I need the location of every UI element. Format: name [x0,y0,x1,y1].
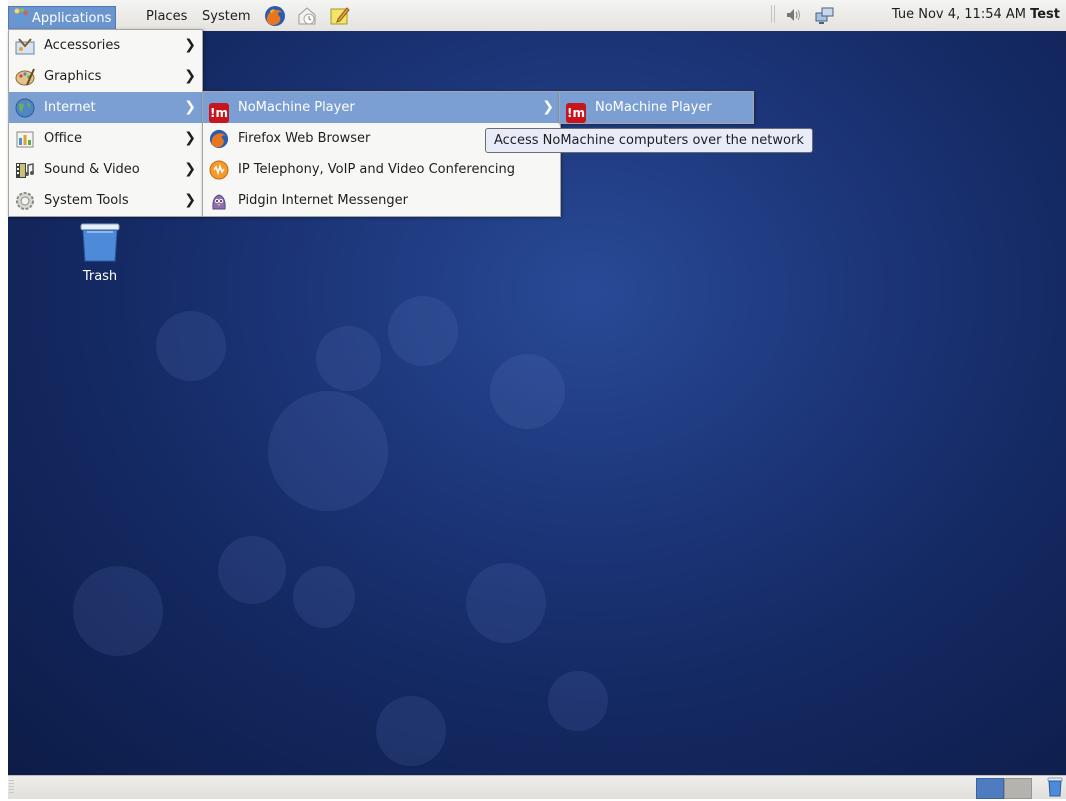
bokeh [218,536,286,604]
bokeh [268,391,388,511]
voip-icon [209,160,229,180]
tooltip: Access NoMachine computers over the netw… [485,128,813,153]
bokeh [548,671,608,731]
chevron-right-icon: ❯ [184,192,196,208]
workspace-1-button[interactable] [976,778,1004,799]
menu-item-label: Internet [44,100,96,115]
menu-item-nomachine-player-launch[interactable]: !m NoMachine Player [560,92,753,123]
top-panel: Applications Places System Tue Nov 4, 11… [8,0,1066,32]
trash-icon[interactable] [1046,777,1064,801]
menu-item-pidgin[interactable]: Pidgin Internet Messenger [203,185,560,216]
screen: Applications Places System Tue Nov 4, 11… [0,0,1066,799]
chevron-right-icon: ❯ [184,37,196,53]
sound-video-icon [15,160,35,180]
chevron-right-icon: ❯ [184,68,196,84]
user-switcher[interactable]: Test [1030,7,1060,22]
chevron-right-icon: ❯ [542,99,554,115]
menu-item-sound-video[interactable]: Sound & Video ❯ [9,154,202,185]
bokeh [466,563,546,643]
nomachine-submenu: !m NoMachine Player [559,91,754,124]
system-menu-label: System [202,9,251,24]
bokeh [73,566,163,656]
applications-dropdown: Accessories ❯ Graphics ❯ Internet ❯ Office ❯… [8,29,203,217]
applications-menu-label: Applications [32,11,112,26]
applications-menu-button[interactable]: Applications [8,6,117,30]
bokeh [376,696,446,766]
menu-item-label: Sound & Video [44,162,140,177]
firefox-icon[interactable] [264,5,286,27]
bokeh [490,354,565,429]
menu-item-voip[interactable]: IP Telephony, VoIP and Video Conferencin… [203,154,560,185]
firefox-icon [209,129,229,149]
menu-item-label: NoMachine Player [238,100,355,115]
chevron-right-icon: ❯ [184,130,196,146]
menu-item-label: Office [44,131,82,146]
menu-item-office[interactable]: Office ❯ [9,123,202,154]
desktop-icon-trash[interactable]: Trash [70,221,130,284]
places-menu-button[interactable]: Places [141,6,192,27]
menu-item-label: Accessories [44,38,121,53]
menu-item-internet[interactable]: Internet ❯ [9,92,202,123]
volume-icon[interactable] [784,5,806,27]
workspace-2-button[interactable] [1004,778,1032,799]
bokeh [316,326,381,391]
tray-handle [770,5,784,27]
bottom-panel [8,775,1066,799]
nomachine-icon: !m [566,98,586,123]
system-tools-icon [15,191,35,211]
internet-icon [15,98,35,118]
clock[interactable]: Tue Nov 4, 11:54 AM [892,7,1026,22]
pidgin-icon [209,191,229,211]
network-icon[interactable] [814,5,836,27]
chevron-right-icon: ❯ [184,99,196,115]
menu-item-label: Pidgin Internet Messenger [238,193,408,208]
menu-item-label: Firefox Web Browser [238,131,371,146]
menu-item-label: Graphics [44,69,102,84]
menu-item-system-tools[interactable]: System Tools ❯ [9,185,202,216]
trash-icon [80,223,120,262]
menu-item-label: IP Telephony, VoIP and Video Conferencin… [238,162,515,177]
bokeh [156,311,226,381]
menu-item-graphics[interactable]: Graphics ❯ [9,61,202,92]
menu-item-label: NoMachine Player [595,100,712,115]
chevron-right-icon: ❯ [184,161,196,177]
trash-label: Trash [82,269,118,284]
nomachine-icon: !m [209,98,229,123]
menu-item-label: System Tools [44,193,129,208]
bokeh [388,296,458,366]
menu-item-accessories[interactable]: Accessories ❯ [9,30,202,61]
menu-item-nomachine-player[interactable]: !m NoMachine Player ❯ [203,92,560,123]
office-icon [15,129,35,149]
bokeh [293,566,355,628]
graphics-icon [15,67,35,87]
internet-submenu: !m NoMachine Player ❯ Firefox Web Browser… [202,91,561,217]
places-menu-label: Places [146,9,188,24]
system-menu-button[interactable]: System [197,6,255,27]
accessories-icon [15,36,35,56]
panel-handle[interactable] [9,780,14,795]
gnome-foot-icon [13,7,29,30]
notes-icon[interactable] [329,5,351,27]
evolution-icon[interactable] [296,5,318,27]
